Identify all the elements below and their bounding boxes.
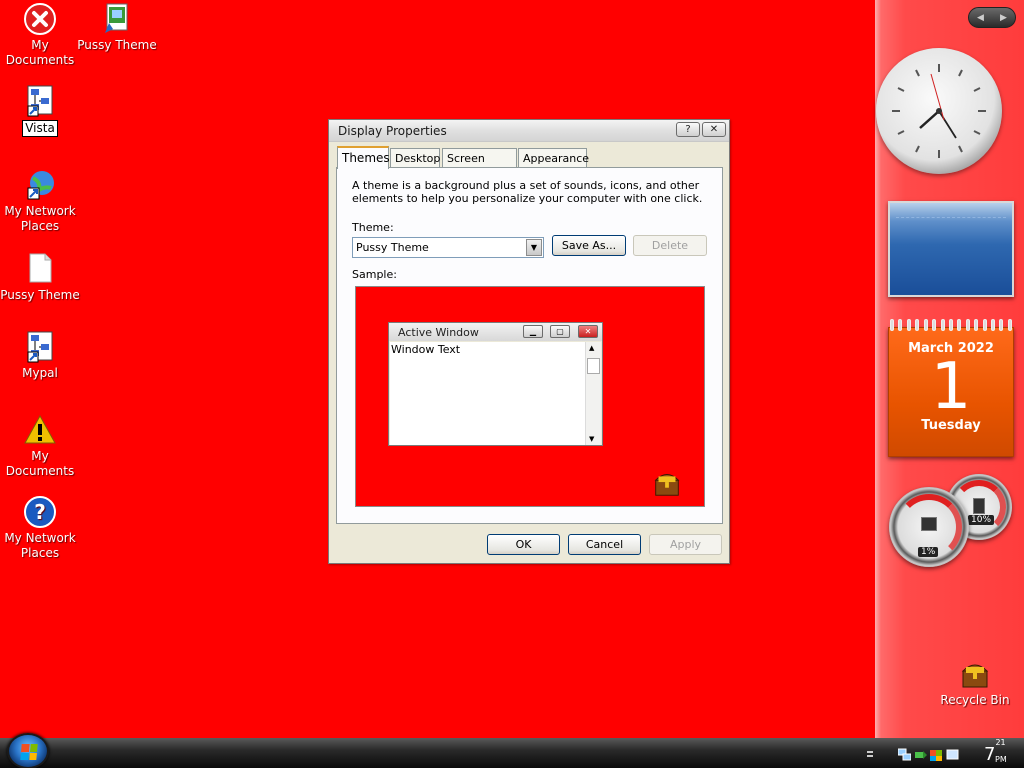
ok-button[interactable]: OK [487, 534, 560, 555]
clock-minute: 21 [995, 738, 1006, 747]
slideshow-gadget[interactable] [888, 201, 1014, 297]
security-tray-icon[interactable] [930, 748, 943, 761]
network-shortcut-icon [23, 84, 57, 118]
network-globe-icon [23, 168, 57, 202]
desktop-icon-label: My Network Places [4, 204, 76, 233]
left-arrow-icon[interactable]: ◀ [977, 13, 984, 23]
chevron-down-icon[interactable]: ▼ [526, 239, 542, 256]
sample-window-text: Window Text [391, 343, 461, 356]
apply-button[interactable]: Apply [649, 534, 722, 555]
scroll-down-icon: ▼ [589, 435, 595, 443]
clock-hour: 7 [984, 744, 996, 765]
svg-text:?: ? [34, 500, 46, 524]
tab-screen-saver[interactable]: Screen Saver [442, 148, 517, 178]
slideshow-decoration [896, 217, 1006, 219]
tab-themes[interactable]: Themes [337, 146, 390, 169]
sample-scroll-thumb [587, 358, 600, 374]
clock-gadget[interactable] [876, 48, 1002, 174]
treasure-chest-icon [958, 657, 992, 691]
theme-dropdown-value: Pussy Theme [356, 241, 429, 254]
sample-window-title: Active Window [398, 326, 479, 339]
tab-desktop[interactable]: Desktop [390, 148, 440, 168]
desktop-icon-mypal[interactable]: Mypal [0, 330, 80, 381]
treasure-chest-icon [651, 466, 683, 500]
desktop-icon-label: Recycle Bin [940, 693, 1010, 707]
sample-window-titlebar: Active Window ▁ ▢ ✕ [389, 323, 602, 341]
windows-logo-icon [20, 744, 38, 760]
desktop-icon-recycle-bin[interactable]: Recycle Bin [935, 657, 1015, 708]
sample-label: Sample: [352, 268, 397, 281]
calendar-day: 1 [930, 350, 972, 424]
dialog-titlebar[interactable]: Display Properties ? ✕ [329, 120, 729, 142]
desktop-icon-pussy-theme-file[interactable]: Pussy Theme [0, 252, 80, 303]
calendar-rings [890, 319, 1012, 333]
desktop-icon-label: My Documents [5, 449, 75, 478]
desktop-icon-my-network-places-help[interactable]: ? My Network Places [0, 495, 80, 561]
start-button[interactable] [7, 733, 49, 768]
minimize-icon: ▁ [523, 325, 543, 338]
scroll-up-icon: ▲ [589, 344, 595, 352]
close-button[interactable]: ✕ [702, 122, 726, 137]
calendar-weekday: Tuesday [921, 418, 981, 433]
desktop-icon-vista[interactable]: Vista [0, 84, 80, 137]
right-arrow-icon[interactable]: ▶ [1000, 13, 1007, 23]
sidebar-nav-arrows[interactable]: ◀ ▶ [968, 7, 1016, 28]
help-button[interactable]: ? [676, 122, 700, 137]
delete-button[interactable]: Delete [633, 235, 707, 256]
sample-active-window: Active Window ▁ ▢ ✕ Window Text ▲ ▼ [388, 322, 603, 446]
desktop-icon-my-documents[interactable]: My Documents [0, 2, 80, 68]
sample-scrollbar: ▲ ▼ [585, 342, 601, 445]
maximize-icon: ▢ [550, 325, 570, 338]
clock-ampm: PM [995, 755, 1007, 764]
close-icon: ✕ [578, 325, 598, 338]
help-question-icon: ? [23, 495, 57, 529]
themes-description: A theme is a background plus a set of so… [352, 179, 703, 205]
desktop-icon-label: Pussy Theme [77, 38, 157, 52]
dialog-title: Display Properties [338, 124, 447, 138]
tray-expand-icon[interactable] [866, 748, 874, 761]
cancel-button[interactable]: Cancel [568, 534, 641, 555]
desktop-icon-label: Pussy Theme [0, 288, 80, 302]
desktop-icon-pussy-theme[interactable]: Pussy Theme [77, 2, 157, 53]
sample-window-body: Window Text ▲ ▼ [390, 342, 601, 445]
desktop-icon-label: My Documents [5, 38, 75, 67]
theme-sample-preview: Active Window ▁ ▢ ✕ Window Text ▲ ▼ [355, 286, 705, 507]
theme-dropdown[interactable]: Pussy Theme ▼ [352, 237, 544, 258]
memory-readout: 10% [968, 515, 995, 525]
red-x-error-icon [23, 2, 57, 36]
desktop-icon-my-documents-warning[interactable]: My Documents [0, 413, 80, 479]
theme-label: Theme: [352, 221, 394, 234]
memory-chip-icon [973, 498, 985, 514]
desktop-icon-label: My Network Places [4, 531, 76, 560]
tab-appearance[interactable]: Appearance [518, 148, 589, 168]
cpu-meter-gadget[interactable]: 1% [889, 487, 969, 567]
desktop-icon-label: Vista [22, 120, 58, 137]
theme-file-icon [100, 2, 134, 36]
display-properties-dialog: Display Properties ? ✕ Themes Desktop Sc… [328, 119, 730, 564]
cpu-chip-icon [921, 517, 937, 531]
desktop-icon-label: Mypal [22, 366, 58, 380]
network-tray-icon[interactable] [897, 748, 912, 761]
cpu-readout: 1% [918, 547, 939, 557]
desktop-icon-my-network-places[interactable]: My Network Places [0, 168, 80, 234]
calendar-gadget[interactable]: March 2022 1 Tuesday [888, 319, 1014, 457]
safely-remove-tray-icon[interactable] [914, 748, 927, 761]
save-as-button[interactable]: Save As... [552, 235, 626, 256]
warning-icon [23, 413, 57, 447]
clock-face-icon [892, 64, 986, 158]
calendar-page: March 2022 1 Tuesday [888, 327, 1014, 457]
display-tray-icon[interactable] [946, 748, 959, 761]
themes-panel: A theme is a background plus a set of so… [336, 167, 723, 524]
network-shortcut-icon [23, 330, 57, 364]
blank-document-icon [23, 252, 57, 286]
